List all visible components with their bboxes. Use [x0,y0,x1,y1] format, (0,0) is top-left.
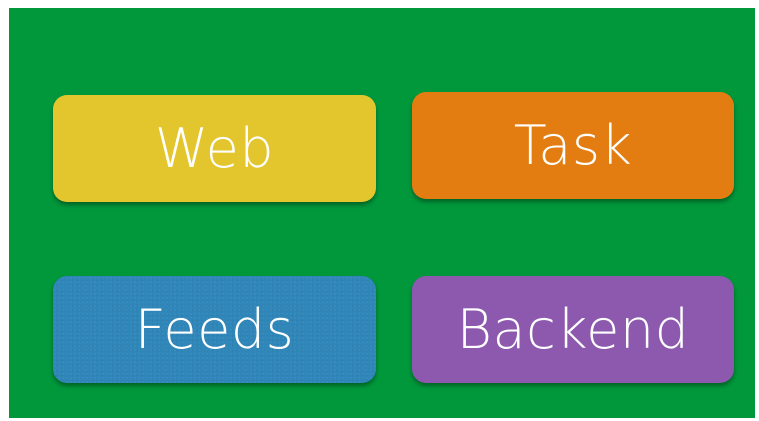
web-tile[interactable]: Web [53,95,376,202]
canvas: Web Task Feeds Backend [0,0,759,421]
task-tile-label: Task [513,113,633,177]
task-tile[interactable]: Task [412,92,734,199]
web-tile-label: Web [154,116,275,180]
backend-tile-label: Backend [456,297,690,361]
feeds-tile[interactable]: Feeds [53,276,376,383]
feeds-tile-label: Feeds [134,297,295,361]
backend-tile[interactable]: Backend [412,276,734,383]
